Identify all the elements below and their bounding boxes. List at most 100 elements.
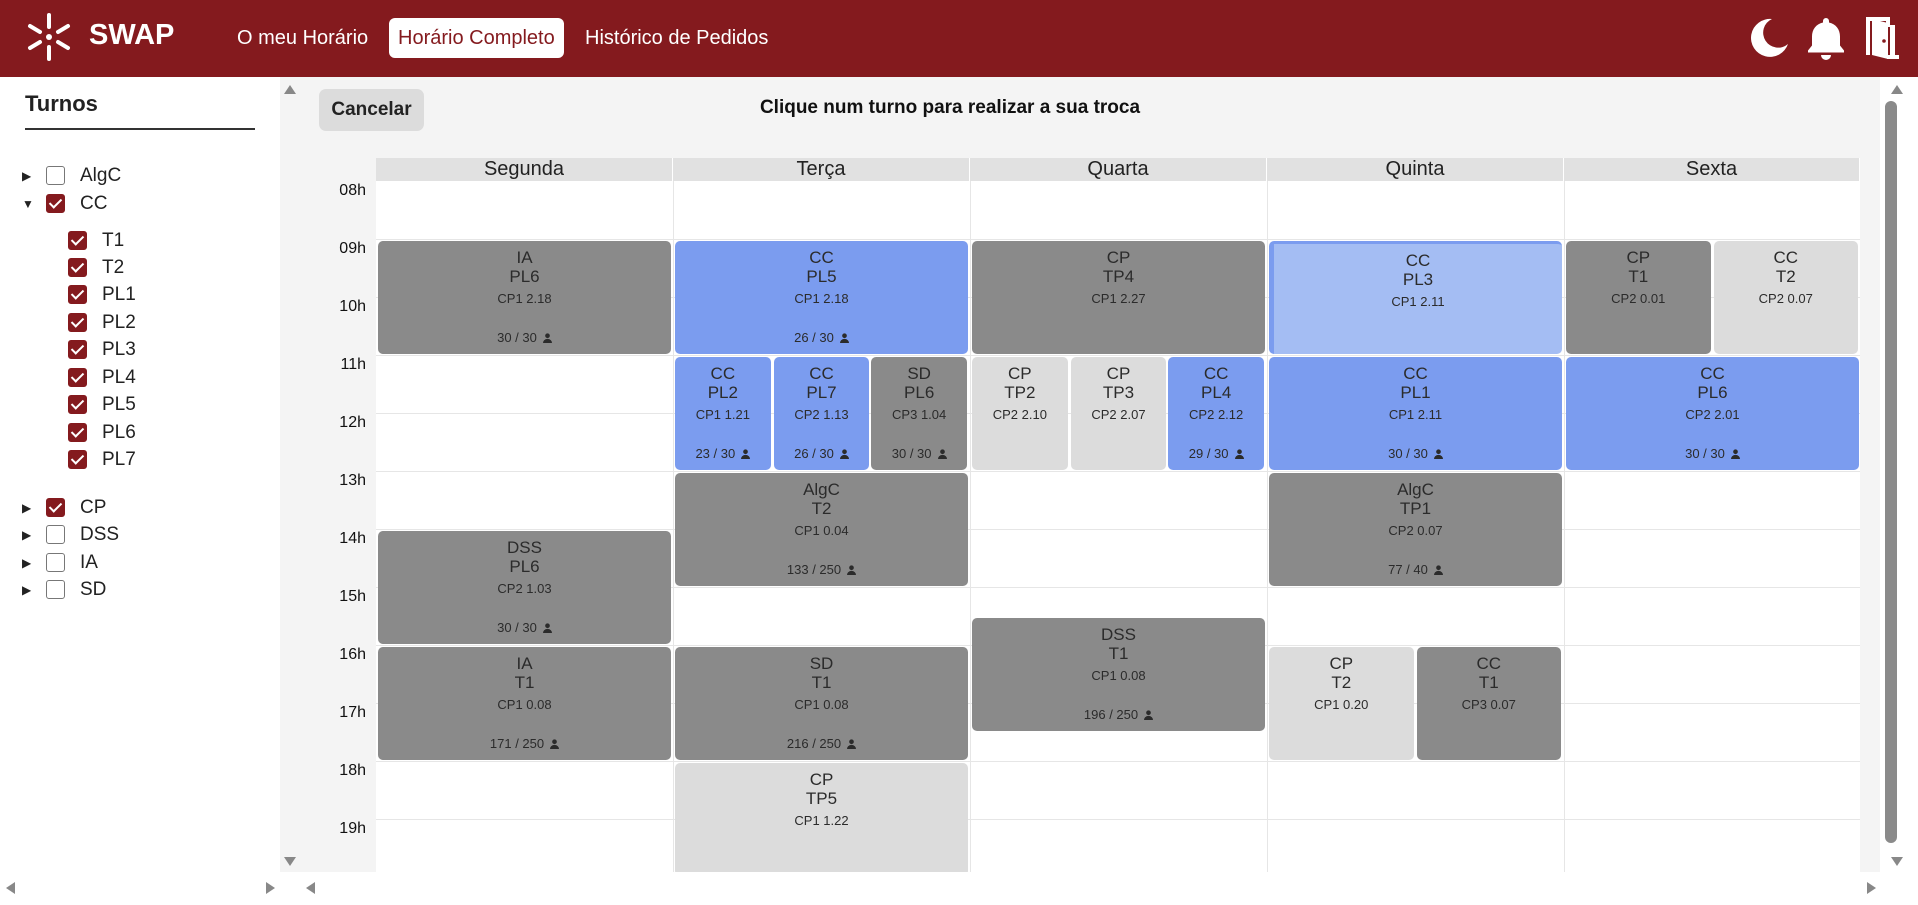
shift-capacity: 133 / 250: [675, 562, 968, 577]
scroll-left-arrow-icon[interactable]: [306, 882, 315, 894]
bell-icon[interactable]: [1803, 15, 1849, 61]
expand-arrow-icon[interactable]: ▶: [22, 497, 31, 519]
moon-icon[interactable]: [1745, 15, 1791, 61]
shift-block[interactable]: CC T1 CP3 0.07: [1416, 647, 1561, 760]
shift-checkbox-pl3[interactable]: [68, 340, 87, 359]
expand-arrow-icon[interactable]: ▶: [22, 579, 31, 601]
hour-label-11h: 11h: [340, 356, 366, 373]
shift-block[interactable]: CP TP5 CP1 1.22: [675, 763, 968, 876]
tree-subitem-pl1: PL1: [68, 284, 248, 306]
hour-label-17h: 17h: [339, 704, 366, 721]
nav-request-history[interactable]: Histórico de Pedidos: [576, 18, 777, 58]
logout-door-icon[interactable]: [1858, 15, 1904, 61]
shift-block[interactable]: CC PL5 CP1 2.18 26 / 30: [675, 241, 968, 354]
app-title[interactable]: SWAP: [89, 19, 174, 52]
shift-block[interactable]: AlgC TP1 CP2 0.07 77 / 40: [1269, 473, 1562, 586]
shift-checkbox-pl5[interactable]: [68, 395, 87, 414]
course-checkbox-sd[interactable]: [46, 580, 65, 599]
shift-checkbox-pl6[interactable]: [68, 423, 87, 442]
hour-label-16h: 16h: [339, 646, 366, 663]
expand-arrow-icon[interactable]: ▶: [22, 524, 31, 546]
nav-full-schedule[interactable]: Horário Completo: [389, 18, 564, 58]
shift-block[interactable]: SD T1 CP1 0.08 216 / 250: [675, 647, 968, 760]
shift-course: CC: [809, 364, 834, 383]
tree-item-sd: ▶ SD: [22, 579, 262, 601]
swap-logo-icon[interactable]: [24, 12, 74, 62]
shift-block[interactable]: IA PL6 CP1 2.18 30 / 30: [378, 241, 671, 354]
cancel-button[interactable]: Cancelar: [319, 89, 424, 131]
shift-capacity: 26 / 30: [675, 330, 968, 345]
nav-my-schedule[interactable]: O meu Horário: [228, 18, 377, 58]
shift-block[interactable]: CC PL3 CP1 2.11: [1269, 241, 1562, 354]
shift-block[interactable]: IA T1 CP1 0.08 171 / 250: [378, 647, 671, 760]
shift-block[interactable]: CC PL4 CP2 2.12 29 / 30: [1168, 357, 1264, 470]
course-checkbox-algc[interactable]: [46, 166, 65, 185]
grid-line: [1564, 181, 1565, 873]
page-horizontal-scrollbar[interactable]: [0, 872, 1918, 905]
person-icon: [542, 333, 552, 343]
shift-course: IA: [516, 248, 533, 267]
scroll-down-arrow-icon[interactable]: [284, 857, 296, 866]
shift-block[interactable]: DSS T1 CP1 0.08 196 / 250: [972, 618, 1265, 731]
shift-capacity: 23 / 30: [675, 446, 771, 461]
scroll-up-arrow-icon[interactable]: [284, 85, 296, 94]
shift-course: CC: [1405, 251, 1431, 270]
expand-arrow-icon[interactable]: ▶: [22, 552, 31, 574]
shift-room: CP1 0.08: [497, 697, 552, 712]
collapse-arrow-icon[interactable]: ▼: [22, 193, 34, 215]
shift-checkbox-pl2[interactable]: [68, 313, 87, 332]
shift-block[interactable]: CC T2 CP2 0.07: [1713, 241, 1858, 354]
shift-checkbox-pl7[interactable]: [68, 450, 87, 469]
scroll-right-arrow-icon[interactable]: [1867, 882, 1876, 894]
shift-checkbox-t1[interactable]: [68, 231, 87, 250]
shift-capacity: 30 / 30: [378, 620, 671, 635]
shift-checkbox-pl4[interactable]: [68, 368, 87, 387]
shift-capacity-text: 30 / 30: [891, 446, 932, 461]
shift-block[interactable]: CP TP2 CP2 2.10: [972, 357, 1068, 470]
shift-type: T2: [811, 499, 832, 518]
shift-block[interactable]: SD PL6 CP3 1.04 30 / 30: [871, 357, 967, 470]
course-checkbox-dss[interactable]: [46, 525, 65, 544]
shift-type: TP3: [1102, 383, 1135, 402]
expand-arrow-icon[interactable]: ▶: [22, 165, 31, 187]
shift-block[interactable]: CP TP4 CP1 2.27: [972, 241, 1265, 354]
shift-block[interactable]: CC PL2 CP1 1.21 23 / 30: [675, 357, 771, 470]
shift-type: PL2: [707, 383, 738, 402]
shift-type: T2: [1775, 267, 1796, 286]
course-checkbox-ia[interactable]: [46, 553, 65, 572]
sidebar-scrollbar[interactable]: [280, 77, 300, 872]
shift-block[interactable]: CP TP3 CP2 2.07: [1070, 357, 1167, 470]
scroll-left-arrow-icon[interactable]: [6, 882, 15, 894]
shift-block[interactable]: AlgC T2 CP1 0.04 133 / 250: [675, 473, 968, 586]
scroll-down-arrow-icon[interactable]: [1891, 857, 1903, 866]
person-icon: [847, 739, 857, 749]
shift-block[interactable]: CC PL1 CP1 2.11 30 / 30: [1269, 357, 1562, 470]
tree-item-ia: ▶ IA: [22, 552, 262, 574]
shift-checkbox-pl1[interactable]: [68, 285, 87, 304]
hour-label-14h: 14h: [339, 530, 366, 547]
day-header-wednesday: Quarta: [970, 158, 1267, 181]
shift-block[interactable]: CP T2 CP1 0.20: [1269, 647, 1414, 760]
shift-room: CP3 1.04: [892, 407, 947, 422]
course-checkbox-cc[interactable]: [46, 194, 65, 213]
shift-type: T1: [811, 673, 832, 692]
scroll-right-arrow-icon[interactable]: [266, 882, 275, 894]
shift-checkbox-t2[interactable]: [68, 258, 87, 277]
shift-block[interactable]: CC PL7 CP2 1.13 26 / 30: [773, 357, 870, 470]
shift-block[interactable]: CP T1 CP2 0.01: [1566, 241, 1711, 354]
vertical-scroll-thumb[interactable]: [1885, 101, 1897, 843]
tree-subitem-pl6: PL6: [68, 422, 248, 444]
hour-label-12h: 12h: [339, 414, 366, 431]
shift-capacity-text: 30 / 30: [1388, 446, 1428, 461]
shift-room: CP1 2.18: [794, 291, 849, 306]
day-header-monday: Segunda: [376, 158, 673, 181]
tree-subitem-pl5: PL5: [68, 394, 248, 416]
instruction-text: Clique num turno para realizar a sua tro…: [759, 97, 1141, 118]
grid-line: [376, 819, 1860, 820]
course-checkbox-cp[interactable]: [46, 498, 65, 517]
shift-block[interactable]: CC PL6 CP2 2.01 30 / 30: [1566, 357, 1859, 470]
shift-capacity: 26 / 30: [774, 446, 870, 461]
day-header-thursday: Quinta: [1267, 158, 1564, 181]
scroll-up-arrow-icon[interactable]: [1891, 85, 1903, 94]
shift-block[interactable]: DSS PL6 CP2 1.03 30 / 30: [378, 531, 671, 644]
